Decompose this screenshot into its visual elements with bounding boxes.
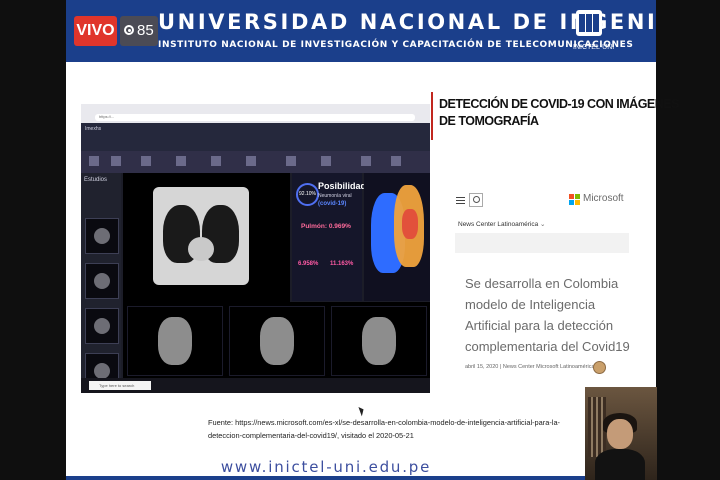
presenter-body <box>595 449 645 480</box>
inictel-logo-label: INICTEL-UNI <box>573 44 615 51</box>
source-line2: deteccion-complementaria-del-covid19/, v… <box>208 431 414 440</box>
eye-icon <box>124 25 134 35</box>
slide-heading-line2: DE TOMOGRAFÍA <box>439 114 539 128</box>
browser-bar: https://... <box>81 104 430 123</box>
live-badge: VIVO <box>74 16 117 46</box>
app-name: Imexhs <box>85 126 102 132</box>
ct-slice <box>229 306 325 376</box>
viewer-count-badge: 85 <box>120 16 158 46</box>
presenter-webcam <box>585 387 657 480</box>
article-title-line: Se desarrolla en Colombia <box>465 276 619 291</box>
app-toolbar: Imexhs <box>81 123 430 151</box>
studies-label: Estudios <box>84 177 108 183</box>
taskbar-search: Type here to search <box>89 381 151 390</box>
inictel-logo-icon <box>576 10 602 36</box>
ct-slice <box>127 306 223 376</box>
ct-scan-image <box>153 187 249 285</box>
presenter-face <box>607 419 633 449</box>
article-banner <box>455 233 629 253</box>
browser-url-bar: https://... <box>95 114 415 121</box>
ct-slice <box>331 306 427 376</box>
heading-accent-bar <box>431 92 433 140</box>
study-thumbnail <box>85 218 119 254</box>
search-icon <box>469 193 483 207</box>
windows-taskbar: Type here to search <box>81 378 430 393</box>
article-title-line: modelo de Inteligencia <box>465 297 596 312</box>
ct-software-screenshot: https://... Imexhs Estudios 92.10% Posib… <box>81 104 430 393</box>
ct-slice-strip <box>123 302 430 378</box>
university-title: UNIVERSIDAD NACIONAL DE INGENIERÍA <box>158 10 656 34</box>
article-meta: abril 15, 2020 | News Center Microsoft L… <box>465 364 595 370</box>
left-lung-percent: 6.958% <box>298 261 319 267</box>
ms-news-header: Microsoft <box>452 185 628 215</box>
lung-involvement: Pulmón: 0.969% <box>301 223 351 230</box>
article-title-line: Artificial para la detección <box>465 318 614 333</box>
probability-badge: 92.10% <box>296 183 319 206</box>
study-thumbnail <box>85 263 119 299</box>
lung-3d-render <box>364 173 430 301</box>
viewer-count: 85 <box>137 22 154 39</box>
possibility-covid: (covid-19) <box>318 201 347 207</box>
slide-heading-line1: DETECCIÓN DE COVID-19 CON IMÁGENES <box>439 97 679 111</box>
microsoft-brand: Microsoft <box>583 193 624 204</box>
possibility-subtitle: Neumonía viral <box>318 193 352 199</box>
studies-panel: Estudios <box>81 173 121 393</box>
source-line1: Fuente: https://news.microsoft.com/es-xl… <box>208 418 561 427</box>
study-thumbnail <box>85 308 119 344</box>
ai-result-panel: 92.10% Posibilidad Neumonía viral (covid… <box>292 173 366 301</box>
website-footer: www.inictel-uni.edu.pe <box>220 458 432 476</box>
news-center-nav: News Center Latinoamérica ⌄ <box>458 221 546 228</box>
possibility-title: Posibilidad <box>318 181 367 191</box>
hamburger-menu-icon <box>456 197 465 206</box>
ct-axial-view <box>123 173 290 302</box>
footer-bar <box>66 476 586 480</box>
microsoft-logo-icon <box>569 194 580 205</box>
author-avatar <box>593 361 606 374</box>
article-title-line: complementaria del Covid19 <box>465 339 630 354</box>
right-lung-percent: 11.163% <box>330 261 354 267</box>
app-menu-bar <box>81 151 430 173</box>
institute-subtitle: INSTITUTO NACIONAL DE INVESTIGACIÓN Y CA… <box>158 40 634 50</box>
